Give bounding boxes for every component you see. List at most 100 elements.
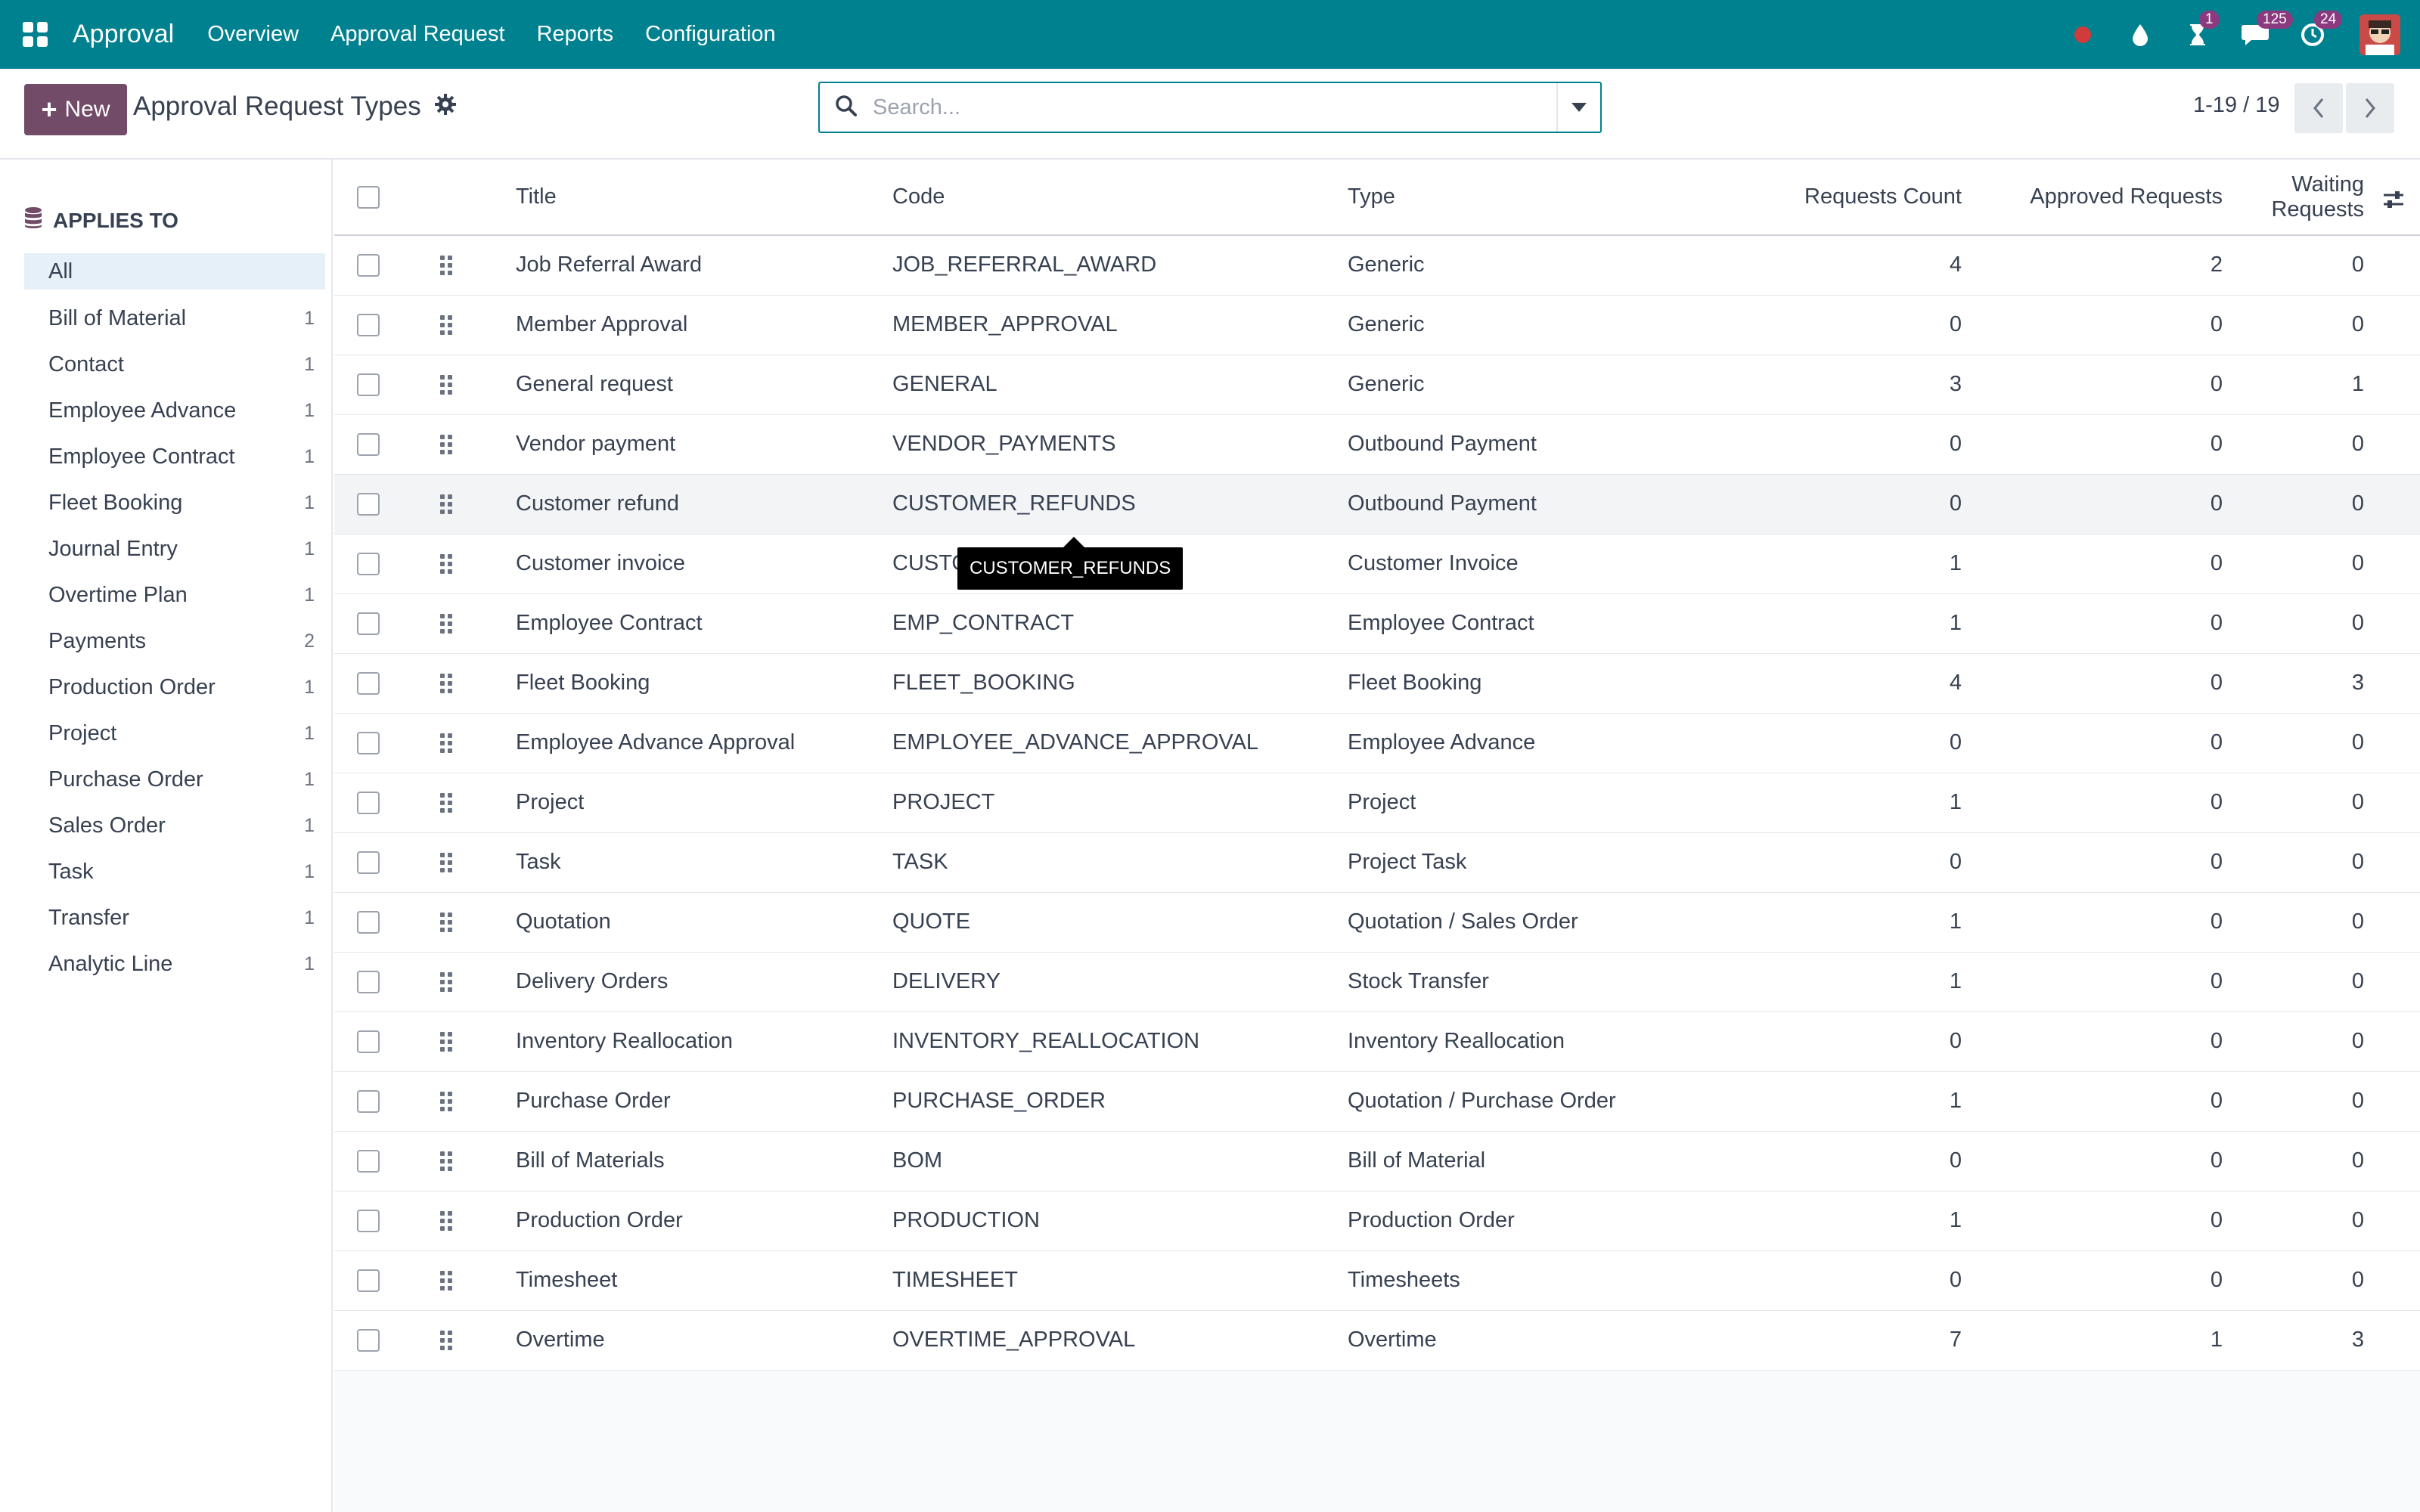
cell-approved-requests[interactable]: 0 bbox=[1962, 295, 2223, 355]
cell-code[interactable]: GENERAL bbox=[892, 355, 1348, 415]
cell-approved-requests[interactable]: 0 bbox=[1962, 653, 2223, 714]
cell-title[interactable]: Task bbox=[516, 832, 892, 893]
menu-configuration[interactable]: Configuration bbox=[645, 22, 776, 47]
row-checkbox[interactable] bbox=[357, 671, 380, 695]
cell-requests-count[interactable]: 1 bbox=[1741, 1071, 1962, 1132]
drag-handle-icon[interactable] bbox=[440, 314, 466, 335]
drag-handle-icon[interactable] bbox=[440, 1270, 466, 1290]
cell-type[interactable]: Quotation / Sales Order bbox=[1348, 892, 1741, 953]
cell-type[interactable]: Generic bbox=[1348, 235, 1741, 296]
row-checkbox[interactable] bbox=[357, 313, 380, 336]
select-all-checkbox[interactable] bbox=[357, 185, 380, 209]
drag-handle-icon[interactable] bbox=[440, 494, 466, 514]
cell-title[interactable]: Customer invoice bbox=[516, 534, 892, 594]
cell-approved-requests[interactable]: 2 bbox=[1962, 235, 2223, 296]
column-type[interactable]: Type bbox=[1348, 160, 1741, 236]
pager-value[interactable]: 1-19 / 19 bbox=[2193, 93, 2279, 118]
filter-item[interactable]: All bbox=[24, 253, 325, 290]
cell-code[interactable]: TIMESHEET bbox=[892, 1250, 1348, 1311]
row-checkbox[interactable] bbox=[357, 791, 380, 814]
cell-waiting-requests[interactable]: 0 bbox=[2223, 832, 2420, 893]
drag-handle-icon[interactable] bbox=[440, 1151, 466, 1171]
cell-approved-requests[interactable]: 0 bbox=[1962, 1012, 2223, 1072]
row-checkbox[interactable] bbox=[357, 492, 380, 516]
cell-approved-requests[interactable]: 0 bbox=[1962, 1191, 2223, 1251]
cell-title[interactable]: Bill of Materials bbox=[516, 1131, 892, 1191]
cell-code[interactable]: BOM bbox=[892, 1131, 1348, 1191]
cell-waiting-requests[interactable]: 0 bbox=[2223, 414, 2420, 475]
cell-code[interactable]: INVENTORY_REALLOCATION bbox=[892, 1012, 1348, 1072]
gear-icon[interactable] bbox=[434, 93, 457, 119]
cell-type[interactable]: Overtime bbox=[1348, 1310, 1741, 1371]
cell-requests-count[interactable]: 1 bbox=[1741, 593, 1962, 654]
menu-reports[interactable]: Reports bbox=[537, 22, 614, 47]
drag-handle-icon[interactable] bbox=[440, 673, 466, 693]
drag-handle-icon[interactable] bbox=[440, 852, 466, 872]
user-avatar[interactable] bbox=[2360, 14, 2400, 55]
cell-approved-requests[interactable]: 0 bbox=[1962, 713, 2223, 773]
cell-approved-requests[interactable]: 0 bbox=[1962, 355, 2223, 415]
cell-type[interactable]: Outbound Payment bbox=[1348, 474, 1741, 534]
cell-waiting-requests[interactable]: 3 bbox=[2223, 1310, 2420, 1371]
cell-type[interactable]: Outbound Payment bbox=[1348, 414, 1741, 475]
row-checkbox[interactable] bbox=[357, 910, 380, 934]
cell-requests-count[interactable]: 0 bbox=[1741, 474, 1962, 534]
row-checkbox[interactable] bbox=[357, 1269, 380, 1292]
row-checkbox[interactable] bbox=[357, 373, 380, 396]
row-checkbox[interactable] bbox=[357, 432, 380, 456]
cell-code[interactable]: FLEET_BOOKING bbox=[892, 653, 1348, 714]
cell-type[interactable]: Project bbox=[1348, 773, 1741, 833]
cell-type[interactable]: Timesheets bbox=[1348, 1250, 1741, 1311]
table-row[interactable]: Bill of Materials BOM Bill of Material 0 0 0 bbox=[334, 1131, 2420, 1191]
cell-title[interactable]: Vendor payment bbox=[516, 414, 892, 475]
cell-waiting-requests[interactable]: 0 bbox=[2223, 773, 2420, 833]
filter-item[interactable]: Project 1 bbox=[24, 711, 325, 757]
drag-handle-icon[interactable] bbox=[440, 1210, 466, 1231]
cell-title[interactable]: Employee Advance Approval bbox=[516, 713, 892, 773]
cell-waiting-requests[interactable]: 0 bbox=[2223, 1250, 2420, 1311]
cell-waiting-requests[interactable]: 0 bbox=[2223, 1071, 2420, 1132]
row-checkbox[interactable] bbox=[357, 970, 380, 993]
drag-handle-icon[interactable] bbox=[440, 255, 466, 275]
table-row[interactable]: Inventory Reallocation INVENTORY_REALLOCA… bbox=[334, 1012, 2420, 1072]
new-button[interactable]: + New bbox=[24, 84, 127, 135]
drag-handle-icon[interactable] bbox=[440, 613, 466, 634]
table-row[interactable]: Production Order PRODUCTION Production Ord… bbox=[334, 1191, 2420, 1251]
cell-approved-requests[interactable]: 0 bbox=[1962, 892, 2223, 953]
cell-approved-requests[interactable]: 0 bbox=[1962, 593, 2223, 654]
cell-approved-requests[interactable]: 0 bbox=[1962, 773, 2223, 833]
droplet-icon[interactable] bbox=[2125, 20, 2155, 50]
column-approved-requests[interactable]: Approved Requests bbox=[1962, 160, 2223, 236]
table-row[interactable]: Member Approval MEMBER_APPROVAL Generic 0 0 0 bbox=[334, 295, 2420, 355]
cell-waiting-requests[interactable]: 0 bbox=[2223, 1012, 2420, 1072]
row-checkbox[interactable] bbox=[357, 731, 380, 754]
cell-code[interactable]: CUSTOMER_REFUNDS bbox=[892, 474, 1348, 534]
table-row[interactable]: General request GENERAL Generic 3 0 1 bbox=[334, 355, 2420, 415]
filter-item[interactable]: Transfer 1 bbox=[24, 895, 325, 941]
drag-handle-icon[interactable] bbox=[440, 1031, 466, 1052]
cell-requests-count[interactable]: 4 bbox=[1741, 235, 1962, 296]
cell-code[interactable]: EMP_CONTRACT bbox=[892, 593, 1348, 654]
cell-waiting-requests[interactable]: 0 bbox=[2223, 235, 2420, 296]
cell-requests-count[interactable]: 0 bbox=[1741, 1131, 1962, 1191]
table-row[interactable]: Customer invoice CUSTOMEI Customer Invoice… bbox=[334, 534, 2420, 594]
table-row[interactable]: Project PROJECT Project 1 0 0 bbox=[334, 773, 2420, 833]
filter-item[interactable]: Task 1 bbox=[24, 849, 325, 895]
drag-handle-icon[interactable] bbox=[440, 912, 466, 932]
cell-waiting-requests[interactable]: 0 bbox=[2223, 1131, 2420, 1191]
table-row[interactable]: Employee Advance Approval EMPLOYEE_ADVANC… bbox=[334, 713, 2420, 773]
column-code[interactable]: Code bbox=[892, 160, 1348, 236]
chat-icon[interactable]: 125 bbox=[2240, 10, 2293, 50]
cell-approved-requests[interactable]: 0 bbox=[1962, 534, 2223, 594]
cell-code[interactable]: OVERTIME_APPROVAL bbox=[892, 1310, 1348, 1371]
filter-item[interactable]: Fleet Booking 1 bbox=[24, 480, 325, 526]
cell-title[interactable]: Production Order bbox=[516, 1191, 892, 1251]
cell-waiting-requests[interactable]: 0 bbox=[2223, 534, 2420, 594]
filter-item[interactable]: Analytic Line 1 bbox=[24, 941, 325, 987]
cell-requests-count[interactable]: 1 bbox=[1741, 534, 1962, 594]
cell-title[interactable]: Employee Contract bbox=[516, 593, 892, 654]
row-checkbox[interactable] bbox=[357, 253, 380, 277]
table-row[interactable]: Employee Contract EMP_CONTRACT Employee Co… bbox=[334, 593, 2420, 654]
drag-handle-icon[interactable] bbox=[440, 374, 466, 395]
cell-requests-count[interactable]: 1 bbox=[1741, 1191, 1962, 1251]
